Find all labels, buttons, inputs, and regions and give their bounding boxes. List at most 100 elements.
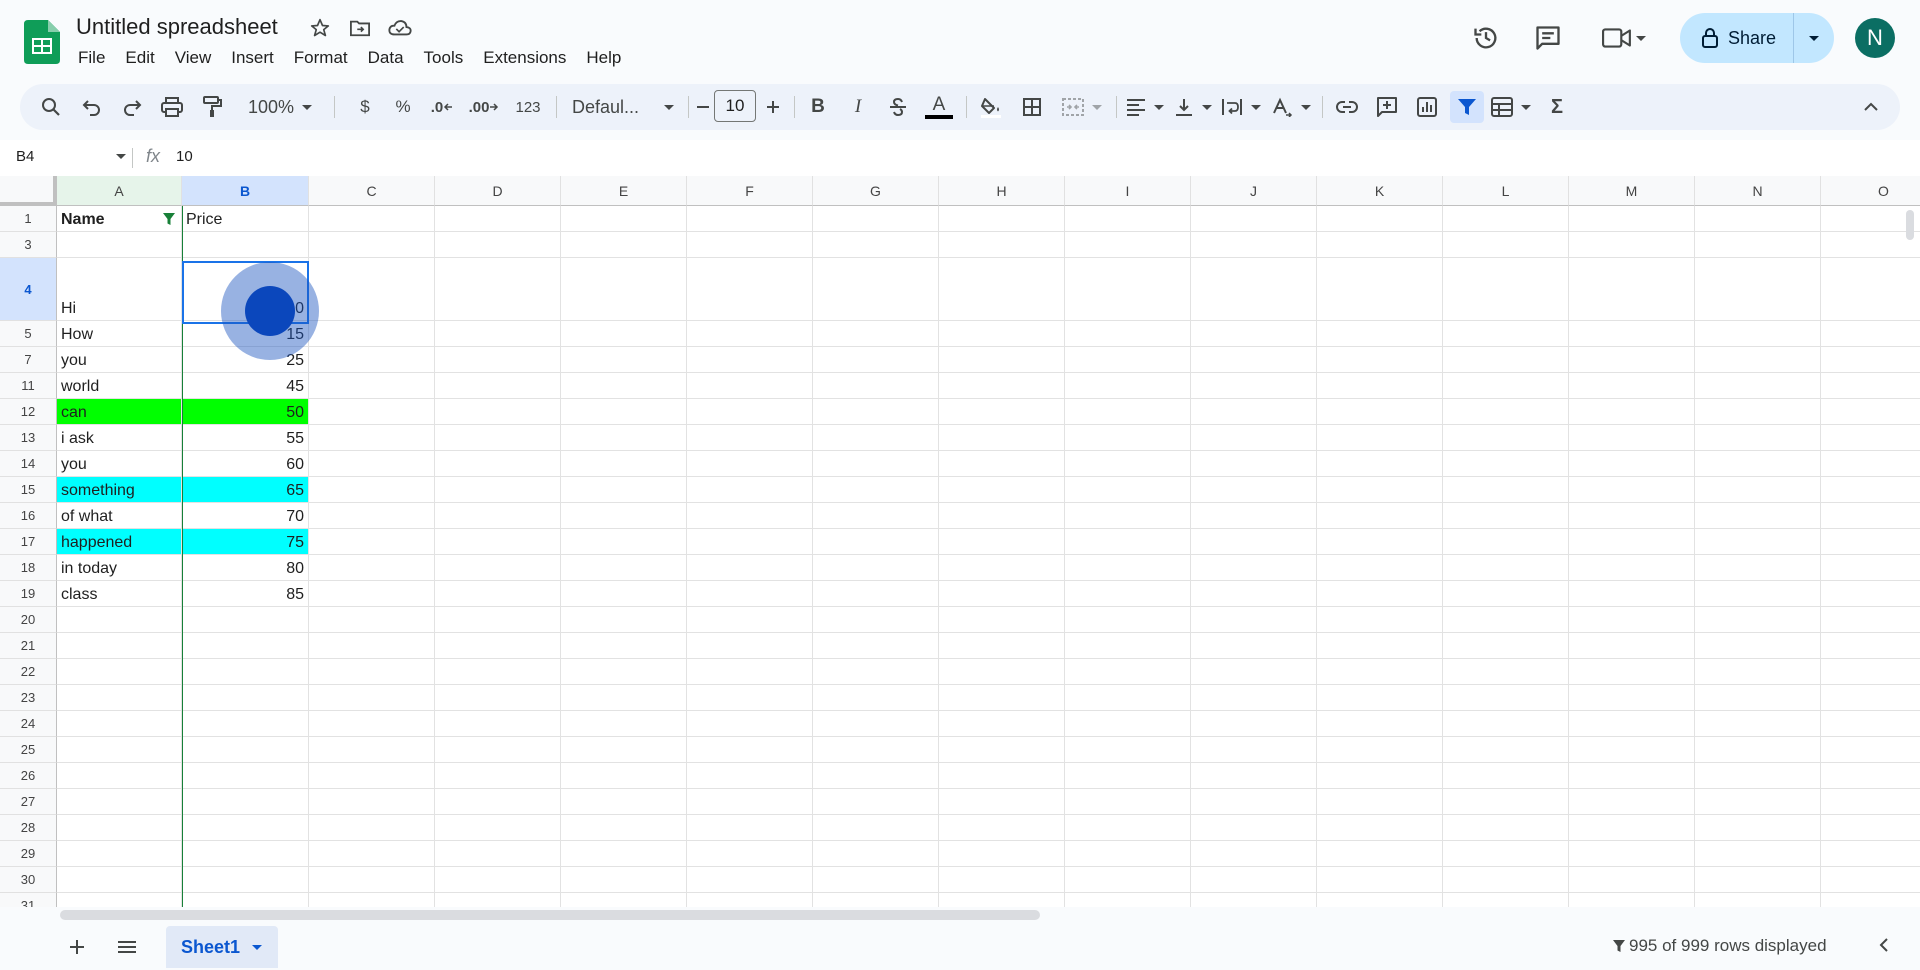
cell-c3[interactable] [309, 232, 435, 258]
text-wrapping-icon[interactable] [1218, 91, 1264, 123]
cell-j22[interactable] [1191, 659, 1317, 685]
cell-h1[interactable] [939, 206, 1065, 232]
cell-b22[interactable] [182, 659, 309, 685]
horizontal-align-icon[interactable] [1122, 91, 1168, 123]
zoom-select[interactable]: 100% [240, 91, 320, 123]
cell-d16[interactable] [435, 503, 561, 529]
collapse-menus-icon[interactable] [1856, 91, 1886, 123]
cell-l7[interactable] [1443, 347, 1569, 373]
cell-d25[interactable] [435, 737, 561, 763]
cell-d13[interactable] [435, 425, 561, 451]
row-header-16[interactable]: 16 [0, 503, 57, 529]
cell-d17[interactable] [435, 529, 561, 555]
cell-a3[interactable] [57, 232, 182, 258]
cloud-saved-icon[interactable] [388, 16, 412, 40]
cell-b7[interactable]: 25 [182, 347, 309, 373]
cell-g25[interactable] [813, 737, 939, 763]
decrease-font-size-icon[interactable] [694, 91, 712, 123]
cell-e7[interactable] [561, 347, 687, 373]
cell-d23[interactable] [435, 685, 561, 711]
menu-format[interactable]: Format [284, 44, 358, 72]
cell-h25[interactable] [939, 737, 1065, 763]
cell-h21[interactable] [939, 633, 1065, 659]
cell-j4[interactable] [1191, 258, 1317, 321]
cell-a4[interactable]: Hi [57, 258, 182, 321]
cell-c23[interactable] [309, 685, 435, 711]
cell-k19[interactable] [1317, 581, 1443, 607]
menu-extensions[interactable]: Extensions [473, 44, 576, 72]
cell-g24[interactable] [813, 711, 939, 737]
cell-j28[interactable] [1191, 815, 1317, 841]
cell-a20[interactable] [57, 607, 182, 633]
add-sheet-icon[interactable] [62, 932, 92, 962]
text-rotation-icon[interactable] [1268, 91, 1314, 123]
cell-k27[interactable] [1317, 789, 1443, 815]
cell-e26[interactable] [561, 763, 687, 789]
cell-h17[interactable] [939, 529, 1065, 555]
cell-m19[interactable] [1569, 581, 1695, 607]
row-header-7[interactable]: 7 [0, 347, 57, 373]
cell-o4[interactable] [1821, 258, 1920, 321]
cell-a27[interactable] [57, 789, 182, 815]
cell-g3[interactable] [813, 232, 939, 258]
cell-h24[interactable] [939, 711, 1065, 737]
cell-d18[interactable] [435, 555, 561, 581]
cell-a31[interactable] [57, 893, 182, 907]
avatar[interactable]: N [1855, 18, 1895, 58]
cell-f31[interactable] [687, 893, 813, 907]
cell-c22[interactable] [309, 659, 435, 685]
cell-b30[interactable] [182, 867, 309, 893]
cell-c27[interactable] [309, 789, 435, 815]
cell-l12[interactable] [1443, 399, 1569, 425]
cell-k23[interactable] [1317, 685, 1443, 711]
cell-d28[interactable] [435, 815, 561, 841]
cell-a28[interactable] [57, 815, 182, 841]
cell-f20[interactable] [687, 607, 813, 633]
row-header-30[interactable]: 30 [0, 867, 57, 893]
filter-active-icon[interactable] [162, 212, 176, 231]
cell-m4[interactable] [1569, 258, 1695, 321]
cell-m30[interactable] [1569, 867, 1695, 893]
cell-n31[interactable] [1695, 893, 1821, 907]
cell-f27[interactable] [687, 789, 813, 815]
column-header-i[interactable]: I [1065, 176, 1191, 206]
cell-b19[interactable]: 85 [182, 581, 309, 607]
column-header-o[interactable]: O [1821, 176, 1920, 206]
cell-l22[interactable] [1443, 659, 1569, 685]
cell-i12[interactable] [1065, 399, 1191, 425]
cell-i22[interactable] [1065, 659, 1191, 685]
cell-j30[interactable] [1191, 867, 1317, 893]
cell-f23[interactable] [687, 685, 813, 711]
cell-j5[interactable] [1191, 321, 1317, 347]
row-header-18[interactable]: 18 [0, 555, 57, 581]
cell-g22[interactable] [813, 659, 939, 685]
share-dropdown-icon[interactable] [1794, 13, 1834, 63]
print-icon[interactable] [156, 91, 188, 123]
bold-button[interactable]: B [802, 91, 834, 123]
cell-a18[interactable]: in today [57, 555, 182, 581]
cell-c17[interactable] [309, 529, 435, 555]
cell-h30[interactable] [939, 867, 1065, 893]
cell-n11[interactable] [1695, 373, 1821, 399]
cell-g19[interactable] [813, 581, 939, 607]
cell-i15[interactable] [1065, 477, 1191, 503]
cell-a14[interactable]: you [57, 451, 182, 477]
document-title[interactable]: Untitled spreadsheet [76, 14, 278, 40]
cell-i24[interactable] [1065, 711, 1191, 737]
cell-e3[interactable] [561, 232, 687, 258]
more-formats-button[interactable]: 123 [510, 91, 546, 123]
sheet-tab-dropdown-icon[interactable] [252, 944, 263, 950]
cell-k21[interactable] [1317, 633, 1443, 659]
row-header-27[interactable]: 27 [0, 789, 57, 815]
cell-d11[interactable] [435, 373, 561, 399]
cell-g4[interactable] [813, 258, 939, 321]
search-menus-icon[interactable] [34, 91, 68, 123]
cell-d20[interactable] [435, 607, 561, 633]
cell-c7[interactable] [309, 347, 435, 373]
cell-m11[interactable] [1569, 373, 1695, 399]
cell-e20[interactable] [561, 607, 687, 633]
cell-i23[interactable] [1065, 685, 1191, 711]
cell-h27[interactable] [939, 789, 1065, 815]
sheet-tab-sheet1[interactable]: Sheet1 [166, 926, 278, 968]
cell-n18[interactable] [1695, 555, 1821, 581]
